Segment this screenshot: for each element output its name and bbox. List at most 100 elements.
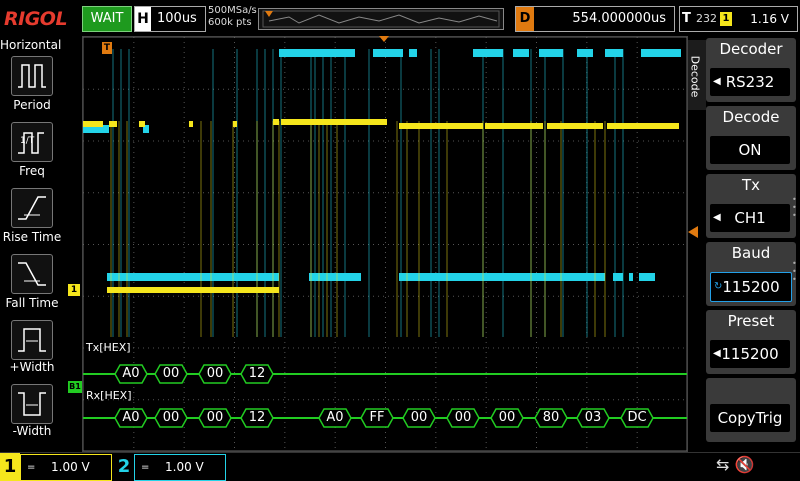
grid-dot: [238, 244, 239, 245]
period-button[interactable]: [11, 56, 53, 96]
grid-dot: [234, 237, 235, 238]
grid-dot: [485, 337, 487, 338]
channel-1-tag[interactable]: 1: [0, 453, 20, 481]
grid-dot: [178, 88, 179, 90]
baud-value[interactable]: ↻ 115200: [710, 272, 792, 302]
grid-dot: [183, 112, 185, 113]
grid-dot: [485, 92, 487, 93]
grid-dot: [173, 295, 174, 297]
grid-dot: [536, 387, 537, 388]
trigger-box[interactable]: T 232 1 1.16 V: [679, 6, 798, 32]
copytrig-menu-item[interactable]: CopyTrig: [706, 378, 796, 442]
grid-dot: [453, 347, 454, 349]
grid-dot: [536, 317, 537, 318]
grid-dot: [636, 317, 638, 318]
grid-dot: [435, 52, 437, 53]
grid-dot: [433, 399, 434, 401]
grid-dot: [353, 140, 354, 142]
grid-dot: [183, 182, 185, 183]
grid-dot: [133, 87, 135, 88]
grid-dot: [636, 267, 638, 268]
grid-dot: [133, 207, 135, 208]
freq-button[interactable]: 1/T: [11, 122, 53, 162]
grid-dot: [463, 399, 464, 401]
channel-1-scale-box[interactable]: = 1.00 V: [20, 454, 112, 481]
grid-dot: [583, 399, 584, 401]
grid-dot: [435, 57, 437, 58]
waveform-screen[interactable]: Tx[HEX] Rx[HEX] A0 00 00 12 A0 00 00 12 A0 FF 00 0…: [82, 36, 688, 452]
grid-dot: [385, 382, 386, 383]
preset-value[interactable]: ◀ 115200: [710, 340, 790, 368]
decode-onoff-item[interactable]: Decode ON: [706, 106, 796, 170]
grid-dot: [313, 192, 314, 194]
baud-menu-item[interactable]: Baud ↻ 115200: [706, 242, 796, 306]
grid-dot: [608, 192, 609, 194]
grid-dot: [536, 77, 537, 78]
decoder-value[interactable]: ◀ RS232: [710, 68, 790, 96]
grid-dot: [485, 137, 487, 138]
grid-dot: [618, 347, 619, 349]
rise-time-button[interactable]: [11, 188, 53, 228]
grid-dot: [308, 347, 309, 349]
grid-dot: [133, 432, 135, 433]
grid-dot: [183, 342, 185, 343]
grid-dot: [343, 295, 344, 297]
grid-dot: [636, 282, 638, 283]
grid-dot: [536, 177, 537, 178]
timebase-box[interactable]: H 100us: [134, 6, 206, 32]
grid-dot: [543, 399, 544, 401]
grid-dot: [536, 157, 537, 158]
bus-marker[interactable]: B1: [68, 381, 82, 393]
grid-dot: [536, 447, 537, 448]
pos-width-button[interactable]: [11, 320, 53, 360]
grid-dot: [435, 422, 437, 423]
grid-dot: [536, 367, 537, 368]
grid-dot: [193, 88, 194, 90]
grid-dot: [385, 407, 386, 408]
grid-dot: [413, 295, 414, 297]
decode-value[interactable]: ON: [710, 136, 790, 164]
grid-dot: [284, 142, 286, 143]
grid-dot: [553, 347, 554, 349]
grid-dot: [133, 437, 135, 438]
channel-1-marker[interactable]: 1: [68, 284, 80, 296]
grid-dot: [398, 399, 399, 401]
neg-width-button[interactable]: [11, 384, 53, 424]
grid-dot: [378, 244, 379, 245]
grid-dot: [603, 295, 604, 297]
grid-dot: [334, 107, 336, 108]
grid-dot: [234, 327, 235, 328]
tx-menu-item[interactable]: Tx ◀ CH1: [706, 174, 796, 238]
channel-2-scale-box[interactable]: = 1.00 V: [134, 454, 226, 481]
copytrig-value[interactable]: CopyTrig: [710, 404, 790, 432]
grid-dot: [618, 399, 619, 401]
grid-dot: [423, 399, 424, 401]
grid-dot: [133, 77, 135, 78]
grid-dot: [485, 202, 487, 203]
grid-dot: [663, 295, 664, 297]
grid-dot: [203, 140, 204, 142]
grid-dot: [485, 97, 487, 98]
channel-2-tag[interactable]: 2: [114, 453, 134, 481]
preset-menu-item[interactable]: Preset ◀ 115200: [706, 310, 796, 374]
grid-dot: [385, 317, 386, 318]
trigger-level-marker[interactable]: [688, 226, 698, 238]
grid-dot: [408, 140, 409, 142]
speaker-muted-icon[interactable]: 🔇: [735, 455, 755, 474]
grid-dot: [198, 295, 199, 297]
grid-dot: [636, 172, 638, 173]
grid-dot: [533, 192, 534, 194]
decoder-menu-item[interactable]: Decoder ◀ RS232: [706, 38, 796, 102]
grid-dot: [203, 244, 204, 245]
grid-dot: [408, 295, 409, 297]
grid-dot: [183, 427, 185, 428]
grid-dot: [636, 52, 638, 53]
fall-time-button[interactable]: [11, 254, 53, 294]
grid-dot: [234, 87, 235, 88]
delay-box[interactable]: D 554.000000us: [515, 6, 675, 32]
grid-dot: [536, 347, 537, 348]
tx-value[interactable]: ◀ CH1: [710, 204, 790, 232]
grid-dot: [435, 157, 437, 158]
grid-dot: [435, 447, 437, 448]
run-status-badge[interactable]: WAIT: [82, 6, 132, 32]
